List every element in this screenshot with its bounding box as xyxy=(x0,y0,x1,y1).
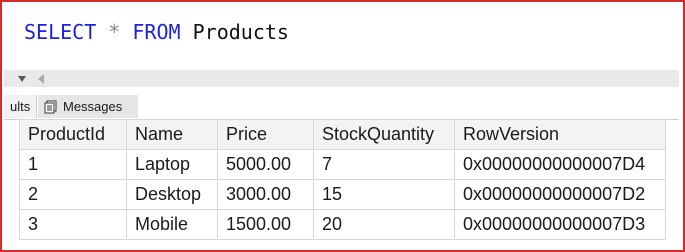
cell-price[interactable]: 5000.00 xyxy=(217,149,314,180)
horizontal-scrollbar[interactable] xyxy=(4,70,679,87)
cell-name[interactable]: Mobile xyxy=(126,209,218,240)
tab-messages-label: Messages xyxy=(63,99,123,114)
table-row: 3 Mobile 1500.00 20 0x00000000000007D3 xyxy=(19,209,666,240)
cell-productid[interactable]: 2 xyxy=(19,179,127,210)
select-keyword: SELECT xyxy=(24,20,97,44)
from-keyword: FROM xyxy=(132,20,181,44)
tab-results-label: ults xyxy=(10,99,31,114)
cell-name[interactable]: Laptop xyxy=(126,149,218,180)
sql-query-editor[interactable]: SELECT * FROM Products xyxy=(24,20,289,44)
column-header-price[interactable]: Price xyxy=(217,119,314,150)
cell-rowversion[interactable]: 0x00000000000007D2 xyxy=(454,179,666,210)
grid-header-row: ProductId Name Price StockQuantity RowVe… xyxy=(19,119,666,150)
cell-productid[interactable]: 1 xyxy=(19,149,127,180)
column-header-rowversion[interactable]: RowVersion xyxy=(454,119,666,150)
tab-messages[interactable]: Messages xyxy=(38,95,138,118)
table-row: 1 Laptop 5000.00 7 0x00000000000007D4 xyxy=(19,149,666,180)
table-row: 2 Desktop 3000.00 15 0x00000000000007D2 xyxy=(19,179,666,210)
star-operator: * xyxy=(108,20,121,44)
messages-icon xyxy=(44,100,57,113)
cell-price[interactable]: 1500.00 xyxy=(217,209,314,240)
cell-price[interactable]: 3000.00 xyxy=(217,179,314,210)
cell-stockquantity[interactable]: 15 xyxy=(313,179,455,210)
results-grid: ProductId Name Price StockQuantity RowVe… xyxy=(19,119,666,240)
cell-stockquantity[interactable]: 7 xyxy=(313,149,455,180)
cell-name[interactable]: Desktop xyxy=(126,179,218,210)
cell-rowversion[interactable]: 0x00000000000007D3 xyxy=(454,209,666,240)
cell-productid[interactable]: 3 xyxy=(19,209,127,240)
zoom-dropdown-icon[interactable] xyxy=(18,76,26,82)
table-name: Products xyxy=(192,20,289,44)
scroll-left-icon[interactable] xyxy=(38,74,44,84)
column-header-name[interactable]: Name xyxy=(126,119,218,150)
cell-rowversion[interactable]: 0x00000000000007D4 xyxy=(454,149,666,180)
tab-results[interactable]: ults xyxy=(4,95,37,118)
column-header-productid[interactable]: ProductId xyxy=(19,119,127,150)
results-tab-strip: ults Messages xyxy=(4,93,679,120)
cell-stockquantity[interactable]: 20 xyxy=(313,209,455,240)
column-header-stockquantity[interactable]: StockQuantity xyxy=(313,119,455,150)
